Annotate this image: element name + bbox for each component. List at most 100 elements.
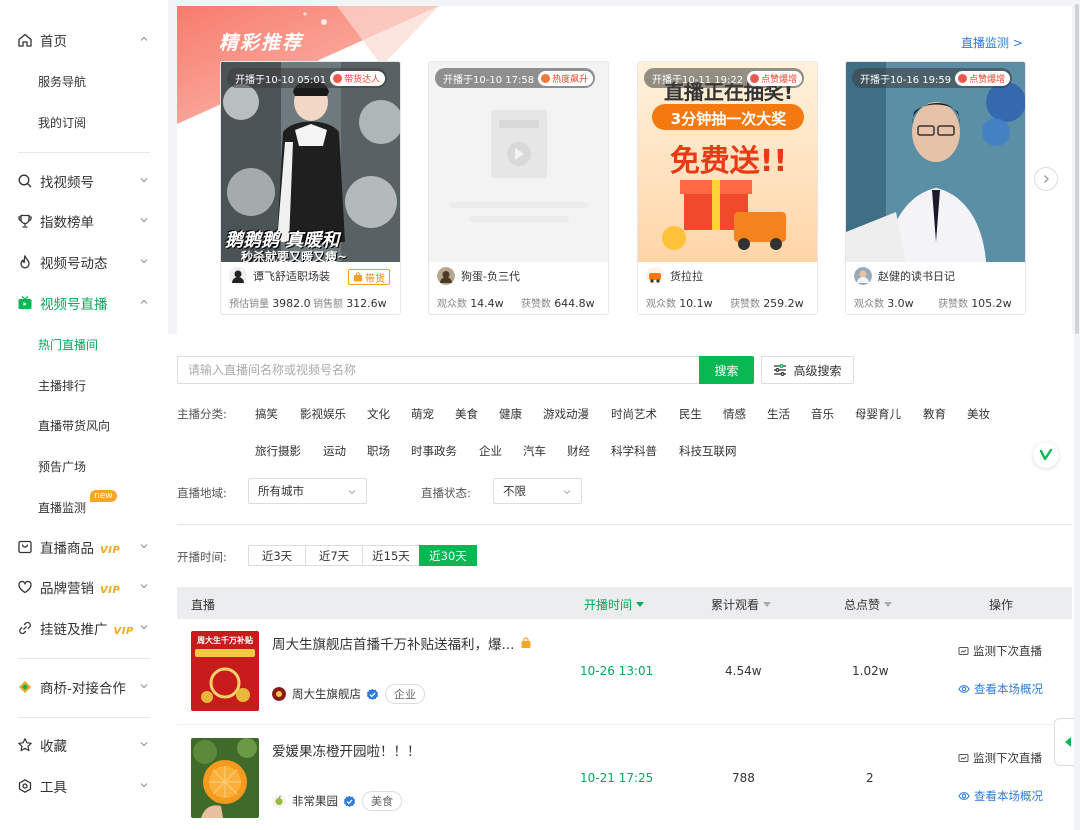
row-shop-name[interactable]: 周大生旗舰店 xyxy=(292,686,361,702)
star-icon xyxy=(17,737,33,753)
card-cover: 开播于10-16 19:59 点赞爆增 xyxy=(846,62,1025,262)
nav-index-rank[interactable]: 指数榜单 xyxy=(0,203,168,239)
sort-icon xyxy=(763,602,772,607)
row-title[interactable]: 周大生旗舰店首播千万补贴送福利，爆... xyxy=(272,633,532,653)
region-select-value: 所有城市 xyxy=(258,484,304,498)
category-option[interactable]: 萌宠 xyxy=(411,406,434,422)
category-option[interactable]: 企业 xyxy=(479,443,502,459)
card-stat-1: 观众数 10.1w xyxy=(646,295,713,310)
nav-dynamics[interactable]: 视频号动态 xyxy=(0,244,168,280)
view-session-overview-link[interactable]: 查看本场概况 xyxy=(958,788,1043,804)
monitor-next-live-button[interactable]: 监测下次直播 xyxy=(958,643,1042,659)
category-option[interactable]: 旅行摄影 xyxy=(255,443,301,459)
category-option[interactable]: 美妆 xyxy=(967,406,990,422)
nav-link-promo[interactable]: 挂链及推广 VIP xyxy=(0,610,168,646)
row-thumbnail[interactable] xyxy=(191,738,259,818)
row-shop-name[interactable]: 非常果园 xyxy=(292,793,338,809)
card-author: 赵健的读书日记 xyxy=(854,266,955,286)
time-range-30d[interactable]: 近30天 xyxy=(419,545,477,566)
assistant-logo-button[interactable] xyxy=(1033,442,1059,468)
category-option[interactable]: 母婴育儿 xyxy=(855,406,901,422)
col-likes[interactable]: 总点赞 xyxy=(844,596,893,613)
row-shop: 非常果园 美食 xyxy=(272,791,402,811)
live-monitor-link[interactable]: 直播监测 > xyxy=(961,34,1023,51)
col-start-time[interactable]: 开播时间 xyxy=(584,596,645,613)
category-option[interactable]: 健康 xyxy=(499,406,522,422)
category-option[interactable]: 教育 xyxy=(923,406,946,422)
nav-find-channel[interactable]: 找视频号 xyxy=(0,163,168,199)
col-views[interactable]: 累计观看 xyxy=(711,596,772,613)
category-option[interactable]: 财经 xyxy=(567,443,590,459)
carousel-next-button[interactable] xyxy=(1034,167,1058,191)
search-input[interactable] xyxy=(177,356,700,384)
category-option[interactable]: 生活 xyxy=(767,406,790,422)
row-title[interactable]: 爱媛果冻橙开园啦！！！ xyxy=(272,740,421,760)
time-range-15d[interactable]: 近15天 xyxy=(362,545,420,566)
row-title-text: 爱媛果冻橙开园啦！！！ xyxy=(272,744,421,760)
avatar xyxy=(854,267,872,285)
sub-anchor-rank[interactable]: 主播排行 xyxy=(38,370,86,400)
advanced-search-button[interactable]: 高级搜索 xyxy=(761,356,854,384)
category-option[interactable]: 汽车 xyxy=(523,443,546,459)
monitor-next-live-button[interactable]: 监测下次直播 xyxy=(958,750,1042,766)
category-option[interactable]: 影视娱乐 xyxy=(300,406,346,422)
row-views: 788 xyxy=(732,771,755,785)
view-session-overview-link[interactable]: 查看本场概况 xyxy=(958,681,1043,697)
category-option[interactable]: 游戏动漫 xyxy=(543,406,589,422)
nav-live-label: 视频号直播 xyxy=(40,297,108,313)
card-stat-2: 获赞数 259.2w xyxy=(730,295,804,310)
nav-live-goods[interactable]: 直播商品 VIP xyxy=(0,529,168,565)
col-views-label: 累计观看 xyxy=(711,598,760,612)
live-start-badge: 开播于10-10 17:58 热度飙升 xyxy=(435,68,596,88)
search-button[interactable]: 搜索 xyxy=(699,356,754,384)
category-option[interactable]: 职场 xyxy=(367,443,390,459)
divider xyxy=(18,717,150,718)
nav-business-bridge[interactable]: 商桥-对接合作 xyxy=(0,669,168,705)
region-select[interactable]: 所有城市 xyxy=(248,478,367,504)
category-option[interactable]: 音乐 xyxy=(811,406,834,422)
featured-card[interactable]: 直播正在抽奖! 3分钟抽一次大奖 免费送!! 开播于10-11 19:22 点赞… xyxy=(637,61,818,315)
nav-favorites[interactable]: 收藏 xyxy=(0,727,168,763)
category-option[interactable]: 美食 xyxy=(455,406,478,422)
nav-live[interactable]: 视频号直播 xyxy=(0,285,168,321)
category-option[interactable]: 时尚艺术 xyxy=(611,406,657,422)
card-tag-text: 带货达人 xyxy=(344,74,381,85)
nav-brand-label: 品牌营销 VIP xyxy=(40,577,120,597)
sub-my-subscription[interactable]: 我的订阅 xyxy=(38,107,86,137)
shop-logo-icon xyxy=(272,687,286,701)
card-stat-2-label: 销售额 xyxy=(313,299,343,310)
sub-service-nav[interactable]: 服务导航 xyxy=(38,66,86,96)
row-thumbnail[interactable]: 周大生千万补贴 xyxy=(191,631,259,711)
time-range-7d[interactable]: 近7天 xyxy=(305,545,363,566)
card-stat-2-value: 644.8w xyxy=(554,297,595,310)
category-option[interactable]: 科技互联网 xyxy=(679,443,737,459)
row-start-time: 10-21 17:25 xyxy=(580,771,654,785)
nav-fav-label: 收藏 xyxy=(40,739,67,755)
category-option[interactable]: 搞笑 xyxy=(255,406,278,422)
status-select[interactable]: 不限 xyxy=(493,478,582,504)
sub-goods-trend[interactable]: 直播带货风向 xyxy=(38,410,110,440)
sub-preview-square[interactable]: 预告广场 xyxy=(38,451,86,481)
cover-subline: 3分钟抽一次大奖 xyxy=(670,110,787,128)
category-option[interactable]: 民生 xyxy=(679,406,702,422)
featured-card[interactable]: 开播于10-16 19:59 点赞爆增 赵健的读书日记 观众数 3.0w 获赞数… xyxy=(845,61,1026,315)
row-shop: 周大生旗舰店 企业 xyxy=(272,684,425,704)
scrollbar-thumb[interactable] xyxy=(1075,4,1079,334)
goods-badge: 带货 xyxy=(348,269,390,285)
time-range-3d[interactable]: 近3天 xyxy=(248,545,306,566)
nav-brand-marketing[interactable]: 品牌营销 VIP xyxy=(0,569,168,605)
card-cover: 鹅鹅鹅 真暖和 秒杀就要又暖又瘦~ 开播于10-10 05:01 带货达人 xyxy=(221,62,400,262)
category-option[interactable]: 情感 xyxy=(723,406,746,422)
category-option[interactable]: 运动 xyxy=(323,443,346,459)
monitor-next-live-label: 监测下次直播 xyxy=(973,751,1042,765)
category-option[interactable]: 文化 xyxy=(367,406,390,422)
nav-tools[interactable]: 工具 xyxy=(0,768,168,804)
category-option[interactable]: 时事政务 xyxy=(411,443,457,459)
featured-card[interactable]: 鹅鹅鹅 真暖和 秒杀就要又暖又瘦~ 开播于10-10 05:01 带货达人 谭飞… xyxy=(220,61,401,315)
sub-live-monitor[interactable]: 直播监测 new xyxy=(38,490,117,522)
featured-card[interactable]: 开播于10-10 17:58 热度飙升 狗蛋-负三代 观众数 14.4w 获赞数… xyxy=(428,61,609,315)
sub-hot-live[interactable]: 热门直播间 xyxy=(38,329,98,359)
nav-home[interactable]: 首页 xyxy=(0,22,168,58)
divider xyxy=(18,152,150,153)
category-option[interactable]: 科学科普 xyxy=(611,443,657,459)
